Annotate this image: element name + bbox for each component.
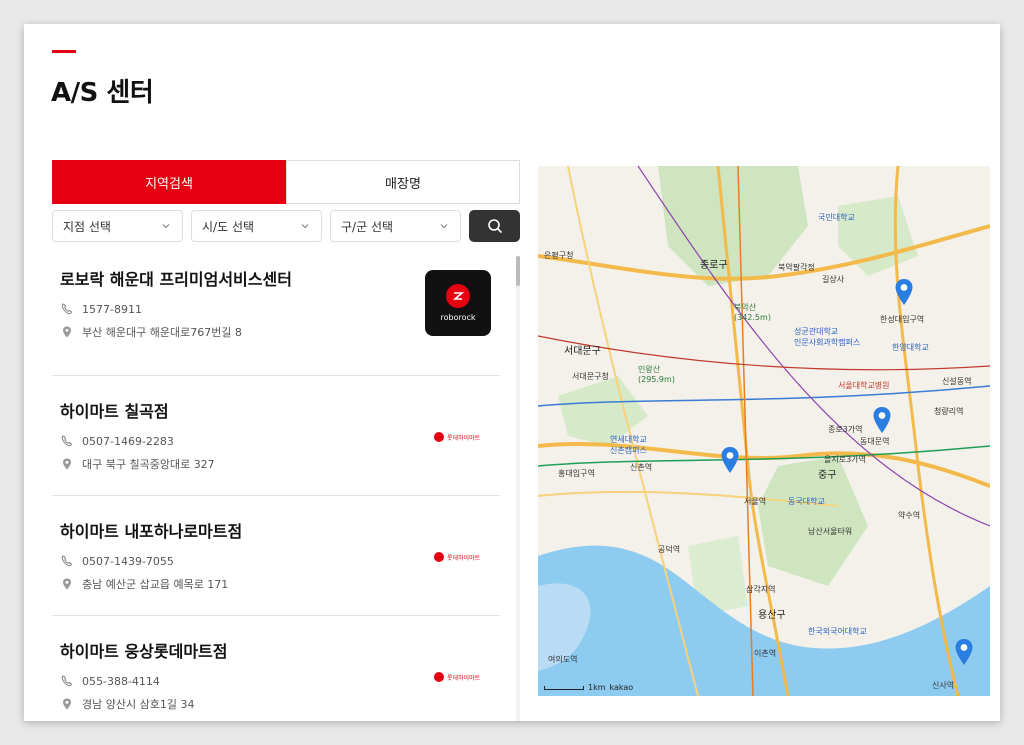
map-label: 홍대입구역 [558, 469, 595, 478]
map-label: 삼각지역 [746, 585, 776, 594]
title-accent-bar [52, 50, 76, 53]
store-address-row: 충남 예산군 삽교읍 예목로 171 [60, 576, 228, 592]
store-name: 하이마트 웅상롯데마트점 [60, 642, 228, 661]
location-pin-icon [63, 326, 71, 338]
map-scale-label: 1km [588, 683, 606, 692]
list-scrollbar[interactable] [516, 256, 520, 721]
phone-icon [61, 435, 73, 447]
map-marker-icon[interactable] [872, 406, 892, 434]
map-label: 이촌역 [754, 649, 777, 658]
store-phone-row: 0507-1439-7055 [60, 554, 174, 568]
map-marker-icon[interactable] [720, 446, 740, 474]
map-label: 북악팔각정 [778, 263, 815, 272]
page-frame: A/S 센터 지역검색 매장명 지점 선택 시/도 선택 구/군 선택 로보락 … [24, 24, 1000, 721]
map-label: 중구 [818, 470, 837, 481]
map-label: 남산서울타워 [808, 527, 853, 536]
map-label: 서대문구청 [572, 372, 609, 381]
map-label: 북악산 (342.5m) [734, 303, 771, 322]
city-select[interactable]: 시/도 선택 [191, 210, 322, 242]
map-marker-icon[interactable] [954, 638, 974, 666]
scroll-thumb[interactable] [516, 256, 520, 286]
map-label: 서대문구 [564, 346, 601, 357]
store-map[interactable]: 종로구 서대문구 서대문구청 은평구청 중구 용산구 북악산 (342.5m) … [538, 166, 990, 696]
store-phone-row: 055-388-4114 [60, 674, 160, 688]
list-item[interactable]: 하이마트 내포하나로마트점 0507-1439-7055 충남 예산군 삽교읍 … [52, 496, 500, 616]
map-label: 한양대학교 [892, 343, 929, 352]
phone-icon [61, 303, 73, 315]
map-label: 서울대학교병원 [838, 381, 890, 390]
map-label: 신촌역 [630, 463, 653, 472]
search-icon [487, 219, 502, 233]
map-label: 국민대학교 [818, 213, 855, 222]
store-address: 대구 북구 칠곡중앙대로 327 [82, 458, 215, 471]
store-address: 충남 예산군 삽교읍 예목로 171 [82, 578, 229, 591]
lotte-himart-logo: 롯데하이마트 [434, 432, 480, 442]
chevron-down-icon [440, 224, 448, 229]
store-address-row: 부산 해운대구 해운대로767번길 8 [60, 324, 242, 340]
map-marker-icon[interactable] [894, 278, 914, 306]
map-label: 한성대입구역 [880, 315, 925, 324]
location-pin-icon [63, 698, 71, 710]
search-tabs: 지역검색 매장명 [52, 160, 520, 204]
list-item[interactable]: 하이마트 칠곡점 0507-1469-2283 대구 북구 칠곡중앙대로 327… [52, 376, 500, 496]
map-label: 여의도역 [548, 655, 578, 664]
store-phone-row: 0507-1469-2283 [60, 434, 174, 448]
lotte-himart-logo: 롯데하이마트 [434, 672, 480, 682]
store-phone-row: 1577-8911 [60, 302, 142, 316]
map-label: 을지로3가역 [824, 455, 866, 464]
location-pin-icon [63, 578, 71, 590]
tab-store-name[interactable]: 매장명 [286, 160, 520, 204]
tab-region-search[interactable]: 지역검색 [52, 160, 286, 204]
chevron-down-icon [301, 224, 309, 229]
store-address-row: 경남 양산시 삼호1길 34 [60, 696, 194, 712]
map-label: 동대문역 [860, 437, 890, 446]
map-label: 성균관대학교 인문사회과학캠퍼스 [794, 327, 861, 347]
map-footer: 1km kakao [544, 683, 633, 692]
map-label: 서울역 [744, 497, 767, 506]
store-phone: 1577-8911 [82, 302, 142, 316]
map-label: 동국대학교 [788, 497, 825, 506]
roborock-logo: roborock [425, 270, 491, 336]
map-label: 약수역 [898, 511, 921, 520]
search-button[interactable] [469, 210, 520, 242]
store-name: 로보락 해운대 프리미엄서비스센터 [60, 270, 292, 289]
map-label: 한국외국어대학교 [808, 627, 867, 636]
page-title: A/S 센터 [51, 78, 154, 108]
map-label: 종로구 [700, 260, 728, 271]
city-select-label: 시/도 선택 [202, 219, 255, 234]
store-name: 하이마트 내포하나로마트점 [60, 522, 243, 541]
phone-icon [61, 675, 73, 687]
district-select-label: 구/군 선택 [341, 219, 394, 234]
store-name: 하이마트 칠곡점 [60, 402, 169, 421]
map-label: 인왕산 (295.9m) [638, 365, 675, 384]
store-phone: 055-388-4114 [82, 674, 160, 688]
store-address: 부산 해운대구 해운대로767번길 8 [82, 326, 242, 339]
chevron-down-icon [162, 224, 170, 229]
phone-icon [61, 555, 73, 567]
branch-select-label: 지점 선택 [63, 219, 111, 234]
map-label: 은평구청 [544, 251, 574, 260]
map-label: 용산구 [758, 610, 786, 621]
map-label: 종로3가역 [828, 425, 863, 434]
list-item[interactable]: 로보락 해운대 프리미엄서비스센터 1577-8911 부산 해운대구 해운대로… [52, 256, 500, 376]
filter-bar: 지점 선택 시/도 선택 구/군 선택 [52, 210, 520, 244]
map-label: 신설동역 [942, 377, 972, 386]
location-pin-icon [63, 458, 71, 470]
map-label: 청량리역 [934, 407, 964, 416]
map-brand: kakao [609, 683, 634, 692]
store-phone: 0507-1469-2283 [82, 434, 174, 448]
lotte-himart-logo: 롯데하이마트 [434, 552, 480, 562]
list-item[interactable]: 하이마트 웅상롯데마트점 055-388-4114 경남 양산시 삼호1길 34… [52, 616, 500, 721]
map-label: 신사역 [932, 681, 955, 690]
map-label: 연세대학교 신촌캠퍼스 [610, 435, 647, 455]
store-address-row: 대구 북구 칠곡중앙대로 327 [60, 456, 215, 472]
store-list[interactable]: 로보락 해운대 프리미엄서비스센터 1577-8911 부산 해운대구 해운대로… [52, 256, 520, 721]
district-select[interactable]: 구/군 선택 [330, 210, 461, 242]
map-label: 길상사 [822, 275, 845, 284]
map-scale-bar [544, 685, 584, 690]
branch-select[interactable]: 지점 선택 [52, 210, 183, 242]
store-address: 경남 양산시 삼호1길 34 [82, 698, 195, 711]
store-phone: 0507-1439-7055 [82, 554, 174, 568]
map-label: 공덕역 [658, 545, 681, 554]
